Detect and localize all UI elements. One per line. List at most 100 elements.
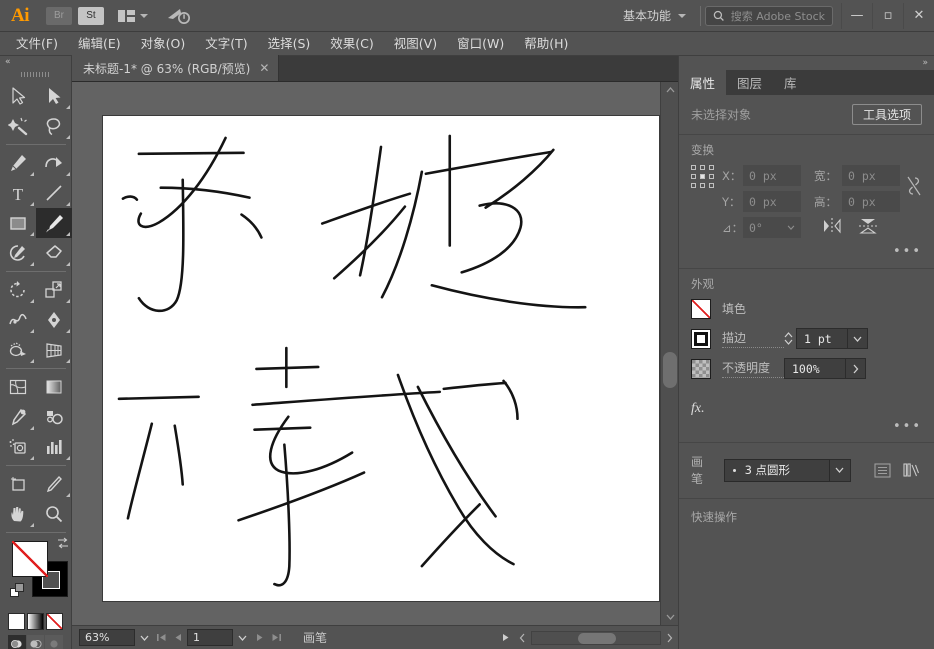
opacity-swatch[interactable] [691,358,711,379]
scroll-right-button[interactable] [661,633,678,643]
previous-artboard-button[interactable] [170,633,187,642]
opacity-options-button[interactable] [846,358,866,379]
menu-help[interactable]: 帮助(H) [514,32,578,56]
close-icon[interactable]: ✕ [259,62,269,74]
horizontal-scrollbar[interactable] [531,630,661,645]
eraser-tool[interactable] [36,238,72,268]
canvas-vertical-scrollbar[interactable] [660,82,678,625]
x-input[interactable]: 0 px [743,165,801,186]
menu-object[interactable]: 对象(O) [131,32,196,56]
menu-type[interactable]: 文字(T) [195,32,257,56]
tab-libraries[interactable]: 库 [773,70,808,95]
constrain-proportions-button[interactable] [906,175,922,200]
scale-tool[interactable] [36,275,72,305]
stroke-weight-stepper[interactable] [784,332,793,345]
tool-options-button[interactable]: 工具选项 [851,104,922,125]
free-transform-tool[interactable] [36,305,72,335]
canvas-area[interactable] [72,82,678,625]
paintbrush-tool[interactable] [36,208,72,238]
magic-wand-tool[interactable] [0,111,36,141]
angle-input[interactable]: 0° [743,217,801,238]
tab-layers[interactable]: 图层 [726,70,773,95]
menu-window[interactable]: 窗口(W) [447,32,514,56]
workspace-switcher[interactable]: 基本功能 [613,5,696,27]
menu-effect[interactable]: 效果(C) [320,32,383,56]
appearance-more-options-button[interactable]: ••• [893,419,922,434]
next-artboard-button[interactable] [251,633,268,642]
line-segment-tool[interactable] [36,178,72,208]
perspective-grid-tool[interactable] [36,335,72,365]
opacity-input[interactable]: 100% [784,358,846,379]
gradient-tool[interactable] [36,372,72,402]
transform-more-options-button[interactable]: ••• [893,244,922,259]
flip-vertical-button[interactable] [859,218,877,237]
brush-options-button[interactable] [873,459,894,481]
status-expand-button[interactable] [497,633,514,642]
menu-edit[interactable]: 编辑(E) [68,32,131,56]
menu-view[interactable]: 视图(V) [384,32,447,56]
menu-file[interactable]: 文件(F) [6,32,68,56]
color-swatch-button[interactable] [8,613,25,630]
first-artboard-button[interactable] [153,633,170,642]
width-input[interactable]: 0 px [842,165,900,186]
slice-tool[interactable] [36,469,72,499]
zoom-dropdown-button[interactable] [135,635,153,641]
maximize-button[interactable]: ▫ [872,2,903,29]
scroll-track[interactable] [663,99,677,608]
tools-drag-handle[interactable] [0,68,71,81]
reference-point-selector[interactable] [691,165,716,191]
pen-tool[interactable] [0,148,36,178]
menu-select[interactable]: 选择(S) [258,32,321,56]
scroll-left-button[interactable] [514,633,531,643]
default-fill-stroke-button[interactable] [10,583,26,599]
artboard-number-input[interactable]: 1 [187,629,233,646]
fx-button[interactable]: fx. [691,401,705,417]
zoom-level-input[interactable]: 63% [79,629,135,646]
shape-builder-tool[interactable] [0,335,36,365]
zoom-tool[interactable] [36,499,72,529]
type-tool[interactable]: T [0,178,36,208]
minimize-button[interactable]: — [841,2,872,29]
artboard[interactable] [102,115,660,602]
fill-swatch-button[interactable] [691,299,711,319]
brush-libraries-button[interactable] [901,459,922,481]
fill-swatch[interactable] [12,541,48,577]
close-button[interactable]: ✕ [903,2,934,29]
draw-normal-mode-button[interactable] [8,635,26,649]
cloud-status-button[interactable] [166,6,192,26]
stroke-weight-input[interactable]: 1 pt [796,328,848,349]
stroke-options-dropdown[interactable] [848,328,868,349]
stock-button[interactable]: St [78,6,104,25]
document-tab[interactable]: 未标题-1* @ 63% (RGB/预览) ✕ [72,55,280,81]
eyedropper-tool[interactable] [0,402,36,432]
last-artboard-button[interactable] [268,633,285,642]
swap-fill-stroke-button[interactable] [56,537,70,551]
direct-selection-tool[interactable] [36,81,72,111]
stroke-swatch-button[interactable] [691,328,711,349]
rotate-tool[interactable] [0,275,36,305]
gradient-swatch-button[interactable] [27,613,44,630]
bridge-button[interactable]: Br [46,6,72,25]
lasso-tool[interactable] [36,111,72,141]
none-swatch-button[interactable] [46,613,63,630]
brush-dropdown-button[interactable] [829,458,851,482]
curvature-tool[interactable] [36,148,72,178]
scroll-down-button[interactable] [661,609,679,625]
scroll-thumb[interactable] [663,352,677,388]
arrange-documents-button[interactable] [118,9,148,22]
width-tool[interactable] [0,305,36,335]
blend-tool[interactable] [36,402,72,432]
hand-tool[interactable] [0,499,36,529]
flip-horizontal-button[interactable] [823,218,841,237]
symbol-sprayer-tool[interactable] [0,432,36,462]
panel-collapse-button[interactable]: » [679,56,934,70]
mesh-tool[interactable] [0,372,36,402]
y-input[interactable]: 0 px [743,191,801,212]
column-graph-tool[interactable] [36,432,72,462]
brush-selector[interactable]: 3 点圆形 [723,458,830,482]
draw-behind-mode-button[interactable] [26,635,45,649]
stock-search-input[interactable]: 搜索 Adobe Stock [705,5,833,26]
scroll-up-button[interactable] [661,82,679,98]
tools-collapse-button[interactable]: « [0,56,71,68]
draw-inside-mode-button[interactable] [45,635,64,649]
